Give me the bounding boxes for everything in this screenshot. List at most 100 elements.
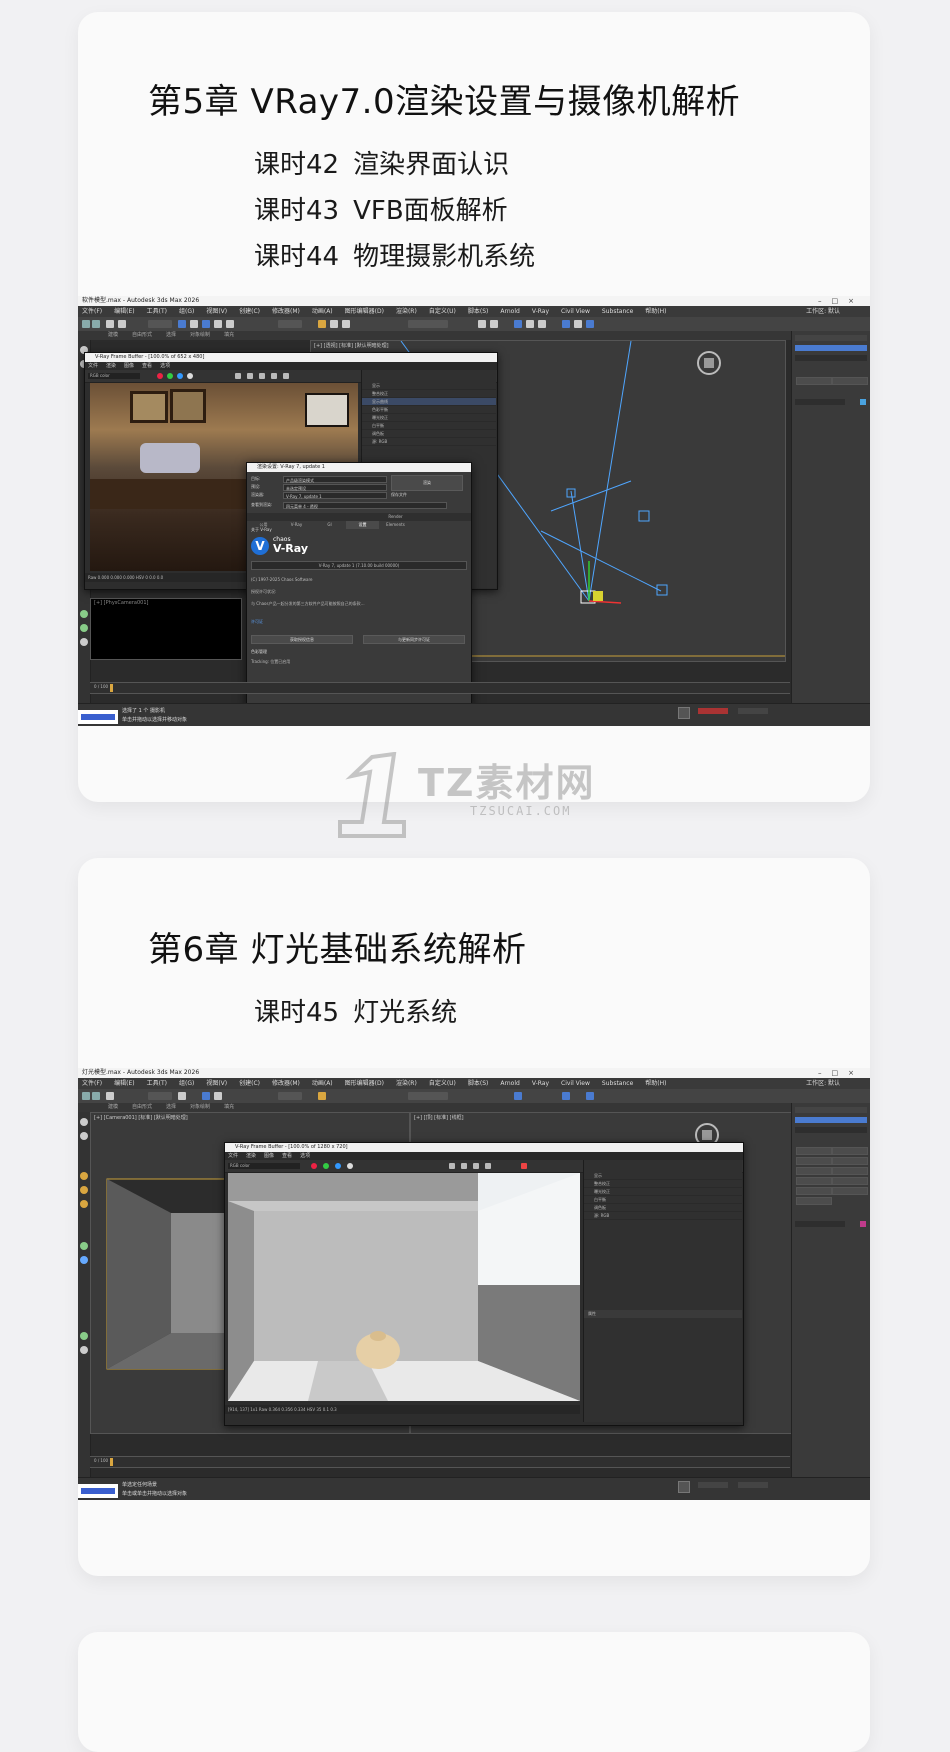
angle-snap-icon[interactable]: [330, 320, 338, 328]
named-selection-dropdown[interactable]: [408, 1092, 448, 1100]
render-icon[interactable]: [283, 373, 289, 379]
channel-dropdown[interactable]: RGB color: [228, 1163, 300, 1169]
selection-filter-dropdown[interactable]: [148, 1092, 172, 1100]
object-type-button[interactable]: [832, 1177, 868, 1185]
select-icon[interactable]: [178, 1092, 186, 1100]
category-dropdown[interactable]: [795, 355, 867, 361]
align-icon[interactable]: [490, 320, 498, 328]
object-type-button[interactable]: [832, 1187, 868, 1195]
render-production-icon[interactable]: [586, 320, 594, 328]
scene-tool-icon[interactable]: [80, 1256, 88, 1264]
add-time-tag-icon[interactable]: [678, 1481, 690, 1493]
object-type-button[interactable]: [796, 1197, 832, 1205]
select-icon[interactable]: [178, 320, 186, 328]
object-type-button[interactable]: [796, 1147, 832, 1155]
move-icon[interactable]: [202, 320, 210, 328]
rotate-icon[interactable]: [214, 320, 222, 328]
color-swatch[interactable]: [860, 399, 866, 405]
undo-icon[interactable]: [82, 320, 90, 328]
link-icon[interactable]: [106, 320, 114, 328]
alpha-channel-icon[interactable]: [347, 1163, 353, 1169]
track-mouse-icon[interactable]: [259, 373, 265, 379]
object-type-button[interactable]: [796, 1157, 832, 1165]
timeline-slider[interactable]: 0 / 100: [90, 682, 790, 694]
create-tab-icon[interactable]: [795, 345, 867, 351]
maxscript-listener[interactable]: [78, 1484, 118, 1498]
name-field[interactable]: [795, 1221, 845, 1227]
named-selection-dropdown[interactable]: [408, 320, 448, 328]
clear-image-icon[interactable]: [247, 373, 253, 379]
scale-icon[interactable]: [226, 320, 234, 328]
name-field[interactable]: [795, 399, 845, 405]
object-type-button[interactable]: [796, 1167, 832, 1175]
render-production-icon[interactable]: [586, 1092, 594, 1100]
selection-set-dropdown[interactable]: [738, 708, 768, 714]
object-type-button[interactable]: [832, 377, 868, 385]
region-render-icon[interactable]: [271, 373, 277, 379]
render-setup-icon[interactable]: [562, 1092, 570, 1100]
rendered-frame-window-icon[interactable]: [574, 320, 582, 328]
window-controls-icon[interactable]: –□×: [818, 1068, 864, 1078]
auto-key-button[interactable]: [698, 1482, 728, 1488]
redo-icon[interactable]: [92, 1092, 100, 1100]
scene-tool-icon[interactable]: [80, 638, 88, 646]
object-type-button[interactable]: [832, 1147, 868, 1155]
render-icon[interactable]: [521, 1163, 527, 1169]
rotate-icon[interactable]: [214, 1092, 222, 1100]
green-channel-icon[interactable]: [323, 1163, 329, 1169]
curve-editor-icon[interactable]: [526, 320, 534, 328]
auto-key-button[interactable]: [698, 708, 728, 714]
maxscript-listener[interactable]: [78, 710, 118, 724]
properties-header[interactable]: 属性: [584, 1310, 742, 1318]
color-swatch[interactable]: [860, 1221, 866, 1227]
select-by-name-icon[interactable]: [190, 320, 198, 328]
timeline-slider[interactable]: 0 / 100: [90, 1456, 790, 1468]
create-icon[interactable]: [80, 1118, 88, 1126]
render-button[interactable]: 渲染: [391, 475, 463, 491]
blue-channel-icon[interactable]: [335, 1163, 341, 1169]
object-type-button[interactable]: [796, 1187, 832, 1195]
object-type-button[interactable]: [796, 377, 832, 385]
get-license-button[interactable]: 获取授权信息: [251, 635, 353, 644]
time-slider-thumb[interactable]: [110, 1458, 113, 1466]
save-image-icon[interactable]: [235, 373, 241, 379]
view-dropdown[interactable]: [278, 1092, 302, 1100]
modify-icon[interactable]: [80, 1132, 88, 1140]
object-type-button[interactable]: [796, 1177, 832, 1185]
clear-image-icon[interactable]: [461, 1163, 467, 1169]
undo-icon[interactable]: [82, 1092, 90, 1100]
snap-icon[interactable]: [318, 1092, 326, 1100]
red-channel-icon[interactable]: [157, 373, 163, 379]
move-icon[interactable]: [202, 1092, 210, 1100]
channel-dropdown[interactable]: RGB color: [88, 373, 140, 379]
unlink-icon[interactable]: [118, 320, 126, 328]
view-dropdown[interactable]: [278, 320, 302, 328]
scene-tool-icon[interactable]: [80, 610, 88, 618]
link-icon[interactable]: [106, 1092, 114, 1100]
green-channel-icon[interactable]: [167, 373, 173, 379]
time-slider-thumb[interactable]: [110, 684, 113, 692]
selection-filter-dropdown[interactable]: [148, 320, 172, 328]
blue-channel-icon[interactable]: [177, 373, 183, 379]
category-dropdown[interactable]: [795, 1127, 867, 1133]
region-render-icon[interactable]: [485, 1163, 491, 1169]
camera-viewport[interactable]: [+] [PhysCamera001]: [90, 598, 242, 660]
save-image-icon[interactable]: [449, 1163, 455, 1169]
window-controls-icon[interactable]: –□×: [818, 296, 864, 306]
redo-icon[interactable]: [92, 320, 100, 328]
sync-license-button[interactable]: 与更新同步许可证: [363, 635, 465, 644]
render-setup-icon[interactable]: [562, 320, 570, 328]
object-type-button[interactable]: [832, 1157, 868, 1165]
scene-tool-icon[interactable]: [80, 1242, 88, 1250]
schematic-view-icon[interactable]: [538, 320, 546, 328]
object-type-button[interactable]: [832, 1167, 868, 1175]
red-channel-icon[interactable]: [311, 1163, 317, 1169]
create-tab-icon[interactable]: [795, 1117, 867, 1123]
track-mouse-icon[interactable]: [473, 1163, 479, 1169]
add-time-tag-icon[interactable]: [678, 707, 690, 719]
snap-icon[interactable]: [318, 320, 326, 328]
alpha-channel-icon[interactable]: [187, 373, 193, 379]
scene-tool-icon[interactable]: [80, 1332, 88, 1340]
scene-tool-icon[interactable]: [80, 624, 88, 632]
percent-snap-icon[interactable]: [342, 320, 350, 328]
